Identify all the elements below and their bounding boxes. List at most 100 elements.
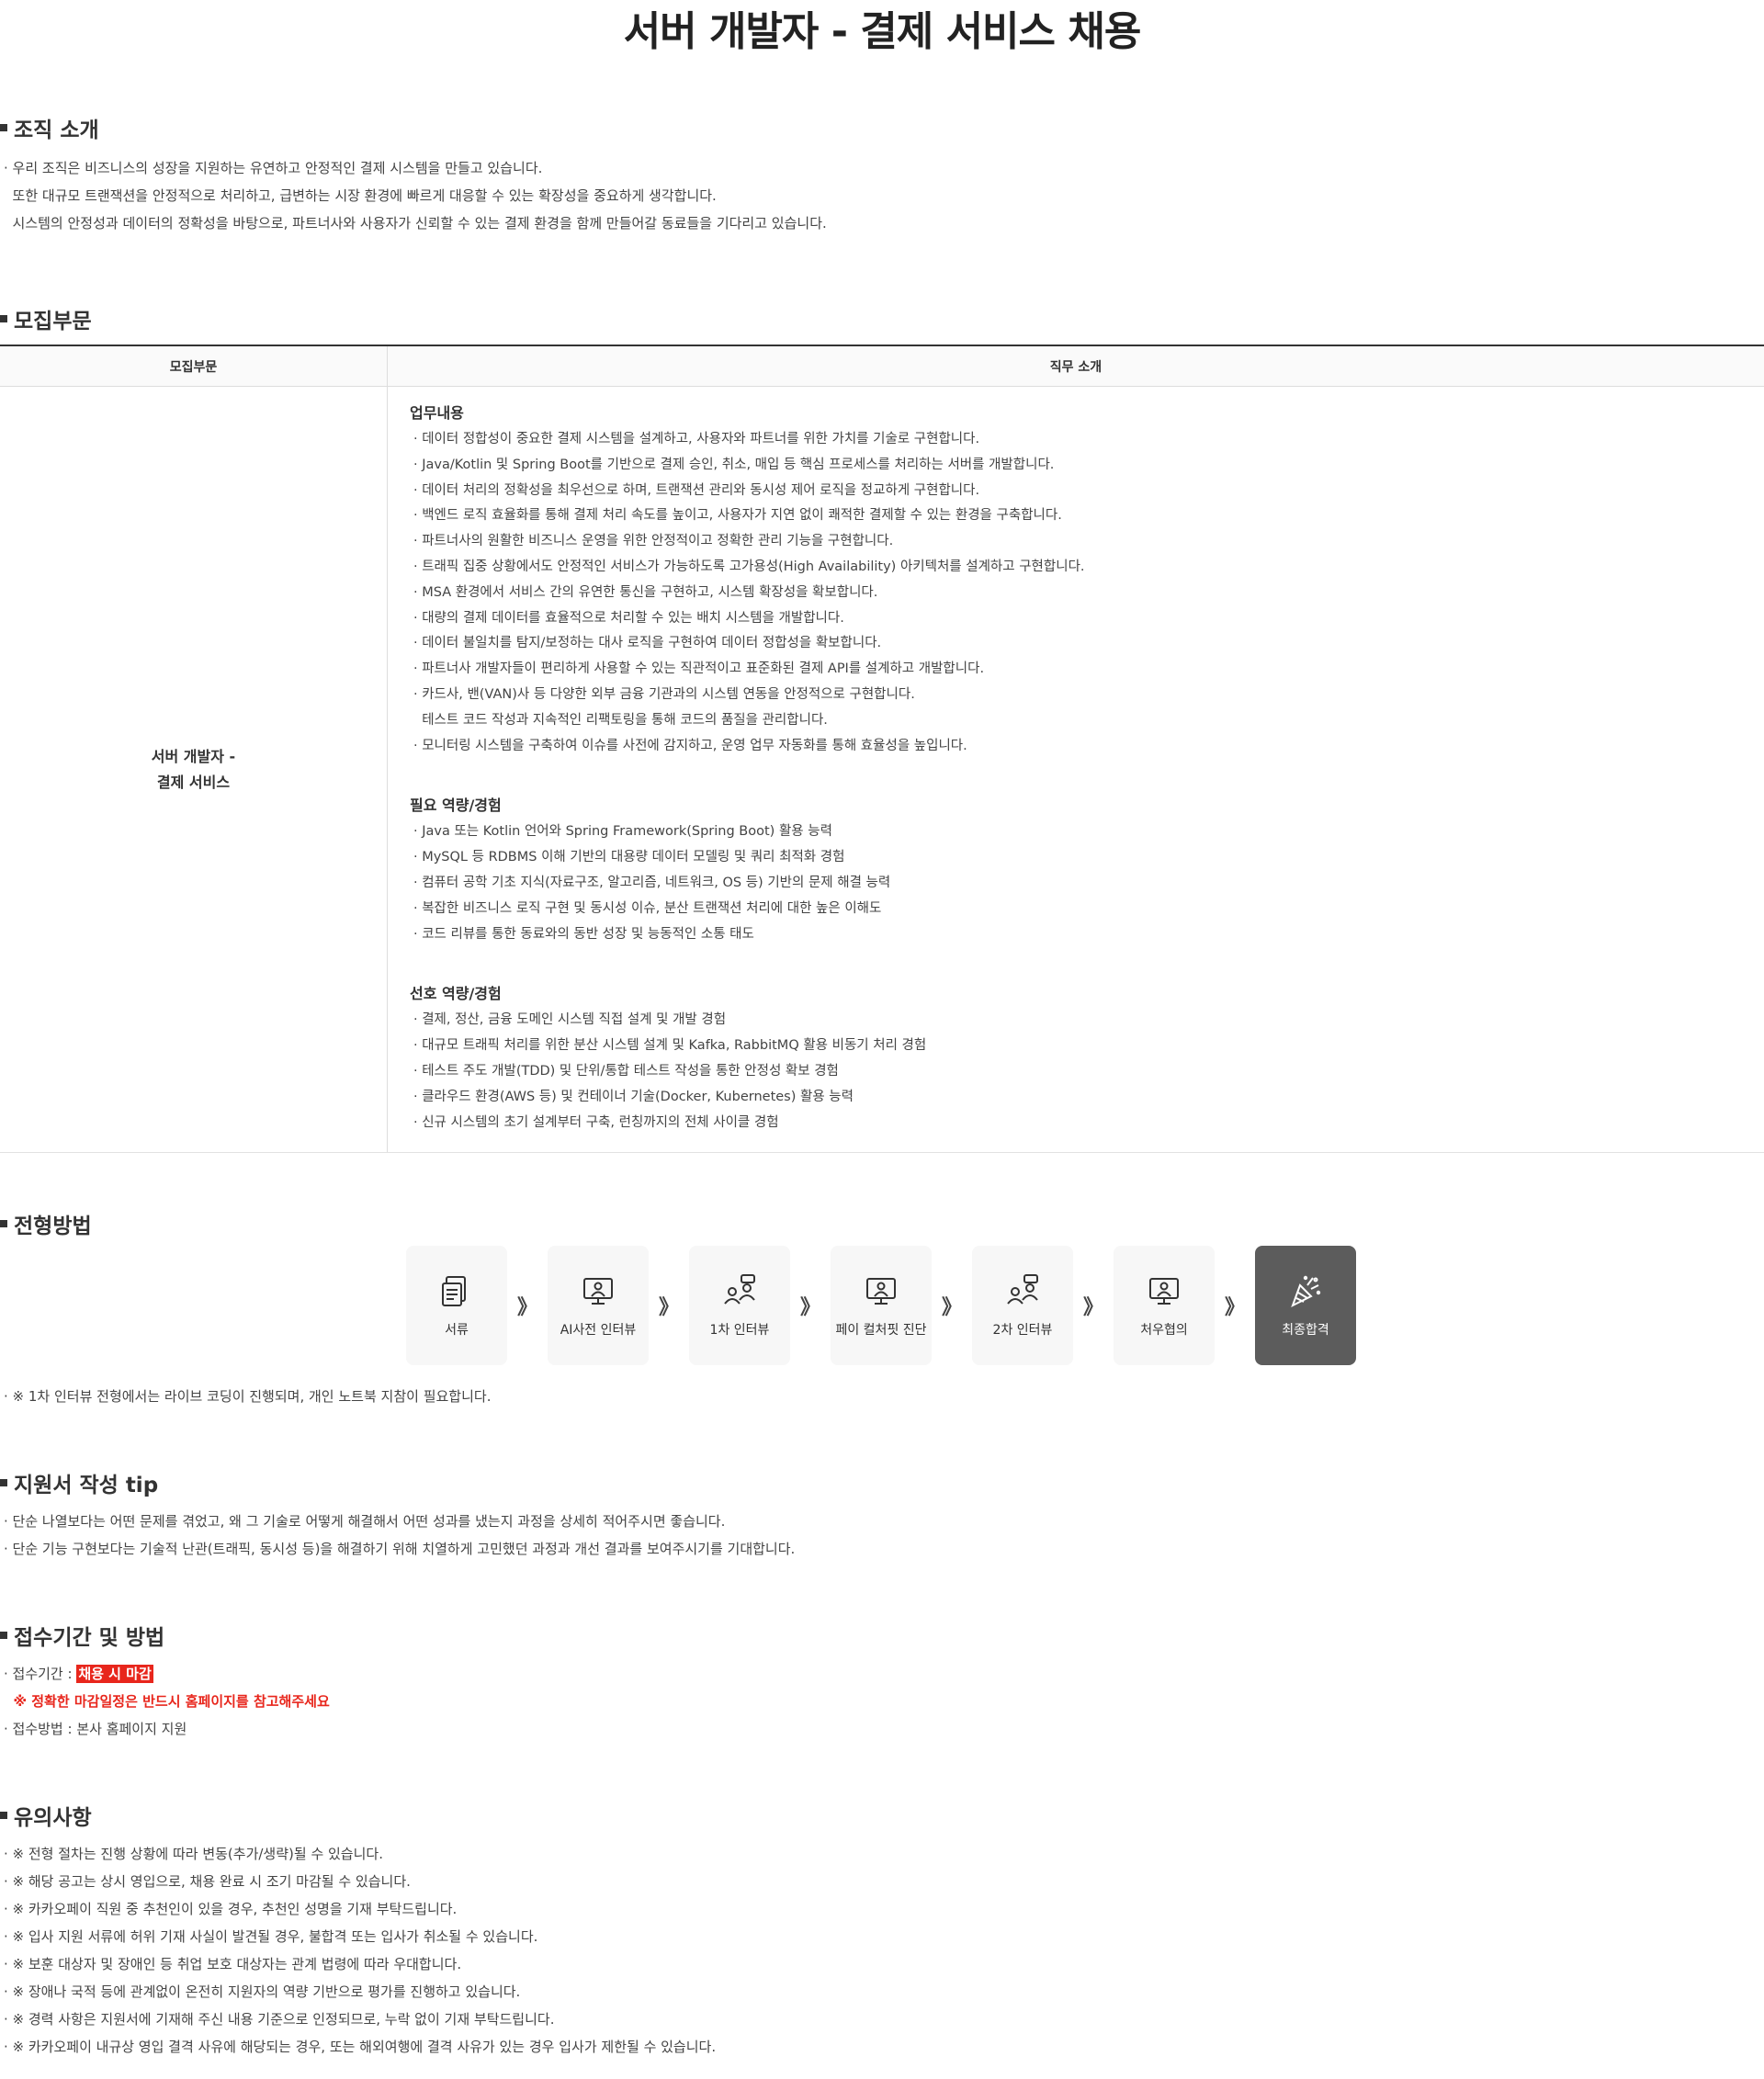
step-arrow: 》 — [658, 1296, 679, 1319]
list-item: · 컴퓨터 공학 기초 지식(자료구조, 알고리즘, 네트워크, OS 등) 기… — [413, 875, 891, 890]
section-heading-label: 유의사항 — [14, 1806, 92, 1830]
text-line: · ※ 해당 공고는 상시 영입으로, 채용 완료 시 조기 마감될 수 있습니… — [4, 1873, 411, 1890]
list-item: · 클라우드 환경(AWS 등) 및 컨테이너 기술(Docker, Kuber… — [413, 1089, 854, 1104]
job-posting-page: 서버 개발자 - 결제 서비스 채용 조직 소개 · 우리 조직은 비즈니스의 … — [0, 0, 1764, 2079]
process-note: · ※ 1차 인터뷰 전형에서는 라이브 코딩이 진행되며, 개인 노트북 지참… — [0, 1383, 1764, 1410]
desc-cell: 업무내용 · 데이터 정합성이 중요한 결제 시스템을 설계하고, 사용자와 파… — [388, 387, 1764, 1152]
section-heading-process: 전형방법 — [0, 1210, 1764, 1238]
text-line: · 단순 기능 구현보다는 기술적 난관(트래픽, 동시성 등)을 해결하기 위… — [4, 1541, 796, 1557]
square-bullet-icon — [0, 1220, 7, 1227]
text-line: · 단순 나열보다는 어떤 문제를 겪었고, 왜 그 기술로 어떻게 해결해서 … — [4, 1513, 726, 1530]
text-line: · ※ 카카오페이 내규상 영입 결격 사유에 해당되는 경우, 또는 해외여행… — [4, 2039, 717, 2055]
square-bullet-icon — [0, 315, 7, 322]
recruit-table: 모집부문 직무 소개 서버 개발자 - 결제 서비스 업무내용 · 데이터 정합… — [0, 345, 1764, 1153]
apply-period: · 접수기간 : 채용 시 마감 — [0, 1660, 1764, 1688]
square-bullet-icon — [0, 1632, 7, 1639]
text-line: 시스템의 안정성과 데이터의 정확성을 바탕으로, 파트너사와 사용자가 신뢰할… — [4, 215, 827, 232]
list-item: · 복잡한 비즈니스 로직 구현 및 동시성 이슈, 분산 트랜잭션 처리에 대… — [413, 900, 882, 916]
preferred-heading: 선호 역량/경험 — [410, 985, 502, 1003]
section-heading-org: 조직 소개 — [0, 114, 1764, 142]
dept-cell: 서버 개발자 - 결제 서비스 — [0, 387, 388, 1152]
section-heading-label: 지원서 작성 tip — [14, 1474, 159, 1497]
step-first-interview: 1차 인터뷰 — [689, 1246, 790, 1365]
square-bullet-icon — [0, 124, 7, 131]
step-label: 1차 인터뷰 — [709, 1323, 770, 1338]
step-culture-fit: 페이 컬처핏 진단 — [831, 1246, 932, 1365]
text-line: · ※ 보훈 대상자 및 장애인 등 취업 보호 대상자는 관계 법령에 따라 … — [4, 1956, 462, 1972]
text-line: · ※ 카카오페이 직원 중 추천인이 있을 경우, 추천인 성명을 기재 부탁… — [4, 1901, 458, 1917]
text-line: · ※ 1차 인터뷰 전형에서는 라이브 코딩이 진행되며, 개인 노트북 지참… — [4, 1388, 492, 1405]
duties-heading: 업무내용 — [410, 404, 464, 422]
step-second-interview: 2차 인터뷰 — [972, 1246, 1073, 1365]
list-item: · 카드사, 밴(VAN)사 등 다양한 외부 금융 기관과의 시스템 연동을 … — [413, 686, 915, 702]
step-arrow: 》 — [941, 1296, 962, 1319]
list-item: · 백엔드 로직 효율화를 통해 결제 처리 속도를 높이고, 사용자가 지연 … — [413, 508, 1062, 524]
list-item: · 데이터 불일치를 탐지/보정하는 대사 로직을 구현하여 데이터 정합성을 … — [413, 636, 882, 651]
step-negotiation: 처우협의 — [1114, 1246, 1215, 1365]
section-heading-label: 접수기간 및 방법 — [14, 1626, 165, 1650]
step-label: 서류 — [445, 1323, 469, 1338]
step-arrow: 》 — [799, 1296, 820, 1319]
step-arrow: 》 — [1224, 1296, 1245, 1319]
step-arrow: 》 — [1082, 1296, 1103, 1319]
list-item: · MySQL 등 RDBMS 이해 기반의 대용량 데이터 모델링 및 쿼리 … — [413, 850, 845, 865]
list-item: · 코드 리뷰를 통한 동료와의 동반 성장 및 능동적인 소통 태도 — [413, 926, 754, 942]
step-label: 처우협의 — [1140, 1323, 1188, 1338]
dept-name-line: 결제 서비스 — [156, 773, 231, 791]
list-item: · 데이터 처리의 정확성을 최우선으로 하며, 트랜잭션 관리와 동시성 제어… — [413, 482, 980, 498]
apply-info: · 접수기간 : 채용 시 마감 ※ 정확한 마감일정은 반드시 홈페이지를 참… — [0, 1660, 1764, 1743]
square-bullet-icon — [0, 1479, 7, 1486]
tips-list: · 단순 나열보다는 어떤 문제를 겪었고, 왜 그 기술로 어떻게 해결해서 … — [0, 1508, 1764, 1563]
text-line: · ※ 입사 지원 서류에 허위 기재 사실이 발견될 경우, 불합격 또는 입… — [4, 1928, 538, 1945]
document-icon — [442, 1276, 466, 1306]
step-final-pass: 최종합격 — [1255, 1246, 1356, 1365]
deadline-warning: ※ 정확한 마감일정은 반드시 홈페이지를 참고해주세요 — [4, 1693, 330, 1710]
text-line: · 우리 조직은 비즈니스의 성장을 지원하는 유연하고 안정적인 결제 시스템… — [4, 160, 543, 176]
section-heading-notes: 유의사항 — [0, 1802, 1764, 1830]
list-item: · 신규 시스템의 초기 설계부터 구축, 런칭까지의 전체 사이클 경험 — [413, 1114, 779, 1130]
people-talk-icon — [1007, 1274, 1038, 1305]
list-item: · 파트너사의 원활한 비즈니스 운영을 위한 안정적이고 정확한 관리 기능을… — [413, 534, 894, 549]
list-item: · 결제, 정산, 금융 도메인 시스템 직접 설계 및 개발 경험 — [413, 1012, 727, 1028]
party-popper-icon — [1291, 1275, 1321, 1308]
section-heading-label: 조직 소개 — [14, 119, 99, 142]
list-item: · Java/Kotlin 및 Spring Boot를 기반으로 결제 승인,… — [413, 457, 1055, 472]
monitor-person-icon — [1149, 1278, 1179, 1305]
step-ai-interview: AI사전 인터뷰 — [548, 1246, 649, 1365]
table-row: 서버 개발자 - 결제 서비스 업무내용 · 데이터 정합성이 중요한 결제 시… — [0, 387, 1764, 1152]
step-label: 최종합격 — [1282, 1323, 1329, 1338]
section-heading-tips: 지원서 작성 tip — [0, 1469, 1764, 1497]
column-header-dept: 모집부문 — [0, 346, 388, 386]
text-line: · ※ 장애나 국적 등에 관계없이 온전히 지원자의 역량 기반으로 평가를 … — [4, 1983, 521, 2000]
list-item: · 모니터링 시스템을 구축하여 이슈를 사전에 감지하고, 운영 업무 자동화… — [413, 738, 967, 753]
step-label: 2차 인터뷰 — [992, 1323, 1053, 1338]
section-heading-apply: 접수기간 및 방법 — [0, 1621, 1764, 1650]
list-item: · 파트너사 개발자들이 편리하게 사용할 수 있는 직관적이고 표준화된 결제… — [413, 661, 985, 677]
step-label: 페이 컬처핏 진단 — [835, 1323, 927, 1338]
list-item: · MSA 환경에서 서비스 간의 유연한 통신을 구현하고, 시스템 확장성을… — [413, 584, 878, 600]
apply-method: · 접수방법 : 본사 홈페이지 지원 — [4, 1721, 187, 1737]
list-item: · 대량의 결제 데이터를 효율적으로 처리할 수 있는 배치 시스템을 개발합… — [413, 610, 844, 626]
monitor-person-icon — [583, 1278, 613, 1305]
step-arrow: 》 — [516, 1296, 537, 1319]
list-item: · 트래픽 집중 상황에서도 안정적인 서비스가 가능하도록 고가용성(High… — [413, 559, 1085, 574]
section-heading-label: 모집부문 — [14, 310, 92, 333]
list-item: · 테스트 주도 개발(TDD) 및 단위/통합 테스트 작성을 통한 안정성 … — [413, 1063, 839, 1079]
process-steps: 서류 》 AI사전 인터뷰 》 1차 인터뷰 》 페이 컬처핏 진단 》 2차 … — [406, 1246, 1356, 1365]
page-title: 서버 개발자 - 결제 서비스 채용 — [623, 8, 1142, 55]
required-heading: 필요 역량/경험 — [410, 797, 502, 815]
section-heading-label: 전형방법 — [14, 1215, 92, 1238]
text-line: · ※ 경력 사항은 지원서에 기재해 주신 내용 기준으로 인정되므로, 누락… — [4, 2011, 555, 2028]
deadline-badge: 채용 시 마감 — [76, 1665, 153, 1683]
org-description: · 우리 조직은 비즈니스의 성장을 지원하는 유연하고 안정적인 결제 시스템… — [0, 154, 1764, 237]
step-document: 서류 — [406, 1246, 507, 1365]
step-label: AI사전 인터뷰 — [560, 1323, 637, 1338]
square-bullet-icon — [0, 1812, 7, 1819]
table-header-row: 모집부문 직무 소개 — [0, 346, 1764, 387]
column-header-desc: 직무 소개 — [1049, 359, 1102, 375]
period-label: · 접수기간 : — [4, 1666, 77, 1682]
text-line: · ※ 전형 절차는 진행 상황에 따라 변동(추가/생략)될 수 있습니다. — [4, 1846, 383, 1862]
notes-list: · ※ 전형 절차는 진행 상황에 따라 변동(추가/생략)될 수 있습니다. … — [0, 1840, 1764, 2061]
text-line: 또한 대규모 트랜잭션을 안정적으로 처리하고, 급변하는 시장 환경에 빠르게… — [4, 187, 717, 204]
list-item: 테스트 코드 작성과 지속적인 리팩토링을 통해 코드의 품질을 관리합니다. — [413, 712, 828, 728]
